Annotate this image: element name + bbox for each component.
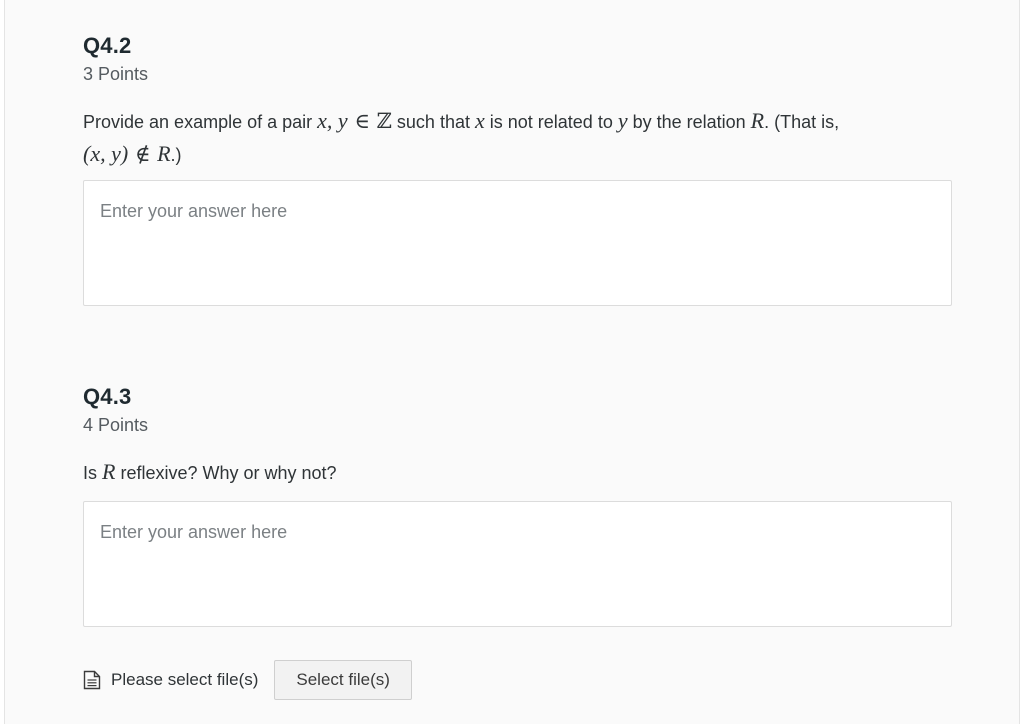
select-files-button[interactable]: Select file(s) [274, 660, 412, 700]
question-points: 4 Points [83, 415, 149, 435]
question-prompt: Provide an example of a pair x, y ∈ ℤ su… [83, 105, 963, 171]
math-relation: R [157, 141, 171, 166]
file-upload-row: Please select file(s) Select file(s) [83, 660, 412, 700]
prompt-text: . (That is, [764, 112, 840, 132]
math-pair: (x, y) [83, 141, 129, 166]
answer-input[interactable] [83, 501, 952, 627]
file-upload-label: Please select file(s) [111, 670, 259, 689]
content-frame: Q4.2 3 Points Provide an example of a pa… [4, 0, 1020, 724]
math-variable: y [617, 108, 628, 133]
math-variables: x, y [317, 108, 348, 133]
math-variable: x [474, 108, 485, 133]
question-prompt: Is R reflexive? Why or why not? [83, 456, 963, 489]
prompt-text: is not related to [484, 112, 618, 132]
math-integers: ℤ [376, 109, 392, 133]
prompt-text: reflexive? Why or why not? [115, 463, 337, 483]
question-points: 3 Points [83, 64, 149, 84]
question-title: Q4.2 [83, 33, 132, 58]
prompt-text: by the relation [627, 112, 751, 132]
math-relation: R [750, 108, 765, 133]
question-title: Q4.3 [83, 384, 132, 409]
prompt-text: Is [83, 463, 103, 483]
answer-input[interactable] [83, 180, 952, 306]
math-symbol: ∉ [128, 142, 158, 166]
prompt-text: such that [391, 112, 475, 132]
prompt-text: .) [170, 145, 182, 165]
math-relation: R [102, 459, 116, 484]
prompt-text: Provide an example of a pair [83, 112, 318, 132]
document-icon [83, 670, 101, 690]
math-symbol: ∈ [347, 109, 377, 133]
